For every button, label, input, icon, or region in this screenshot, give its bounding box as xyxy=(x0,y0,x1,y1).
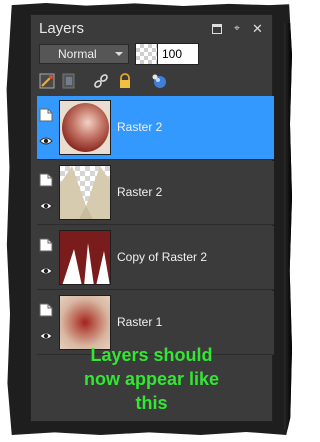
layer-thumbnail xyxy=(59,295,111,350)
visibility-eye-icon[interactable] xyxy=(39,199,53,211)
visibility-eye-icon[interactable] xyxy=(39,134,53,146)
visibility-eye-icon[interactable] xyxy=(39,264,53,276)
blend-mode-value: Normal xyxy=(58,47,97,61)
layer-name: Raster 1 xyxy=(117,315,163,329)
mask-icon[interactable] xyxy=(61,73,77,89)
caption-line: Layers should xyxy=(90,345,213,365)
caption-line: now appear like xyxy=(83,369,220,389)
layer-thumbnail xyxy=(59,230,111,285)
color-ball-icon[interactable] xyxy=(151,73,167,89)
lock-icon[interactable] xyxy=(117,73,133,89)
layer-type-icon xyxy=(39,173,53,187)
link-icon[interactable] xyxy=(93,73,109,89)
opacity-input[interactable]: 100 xyxy=(157,43,199,65)
panel-title: Layers xyxy=(39,20,85,37)
maximize-icon[interactable] xyxy=(212,24,222,34)
layers-list: Raster 2 Raster 2 Copy of Raster 2 Raste… xyxy=(37,96,274,356)
layer-row[interactable]: Raster 2 xyxy=(37,161,274,225)
layer-name: Raster 2 xyxy=(117,185,163,199)
brush-icon[interactable] xyxy=(39,73,55,89)
layer-name: Raster 2 xyxy=(117,120,163,134)
close-icon[interactable]: ✕ xyxy=(252,22,263,35)
layer-type-icon xyxy=(39,303,53,317)
layer-thumbnail xyxy=(59,165,111,220)
visibility-eye-icon[interactable] xyxy=(39,329,53,341)
layer-name: Copy of Raster 2 xyxy=(117,250,208,264)
panel-titlebar[interactable]: Layers ⌖ ✕ xyxy=(31,15,272,43)
layer-type-icon xyxy=(39,238,53,252)
layer-type-icon xyxy=(39,108,53,122)
layers-toolbar xyxy=(31,71,272,93)
layer-row[interactable]: Copy of Raster 2 xyxy=(37,226,274,290)
layer-row[interactable]: Raster 2 xyxy=(37,96,274,160)
instruction-caption: Layers should now appear like this xyxy=(30,343,273,415)
blend-mode-dropdown[interactable]: Normal xyxy=(39,44,129,64)
chevron-down-icon xyxy=(115,52,123,56)
layer-thumbnail xyxy=(59,100,111,155)
pin-icon[interactable]: ⌖ xyxy=(232,24,242,34)
caption-line: this xyxy=(135,393,168,413)
